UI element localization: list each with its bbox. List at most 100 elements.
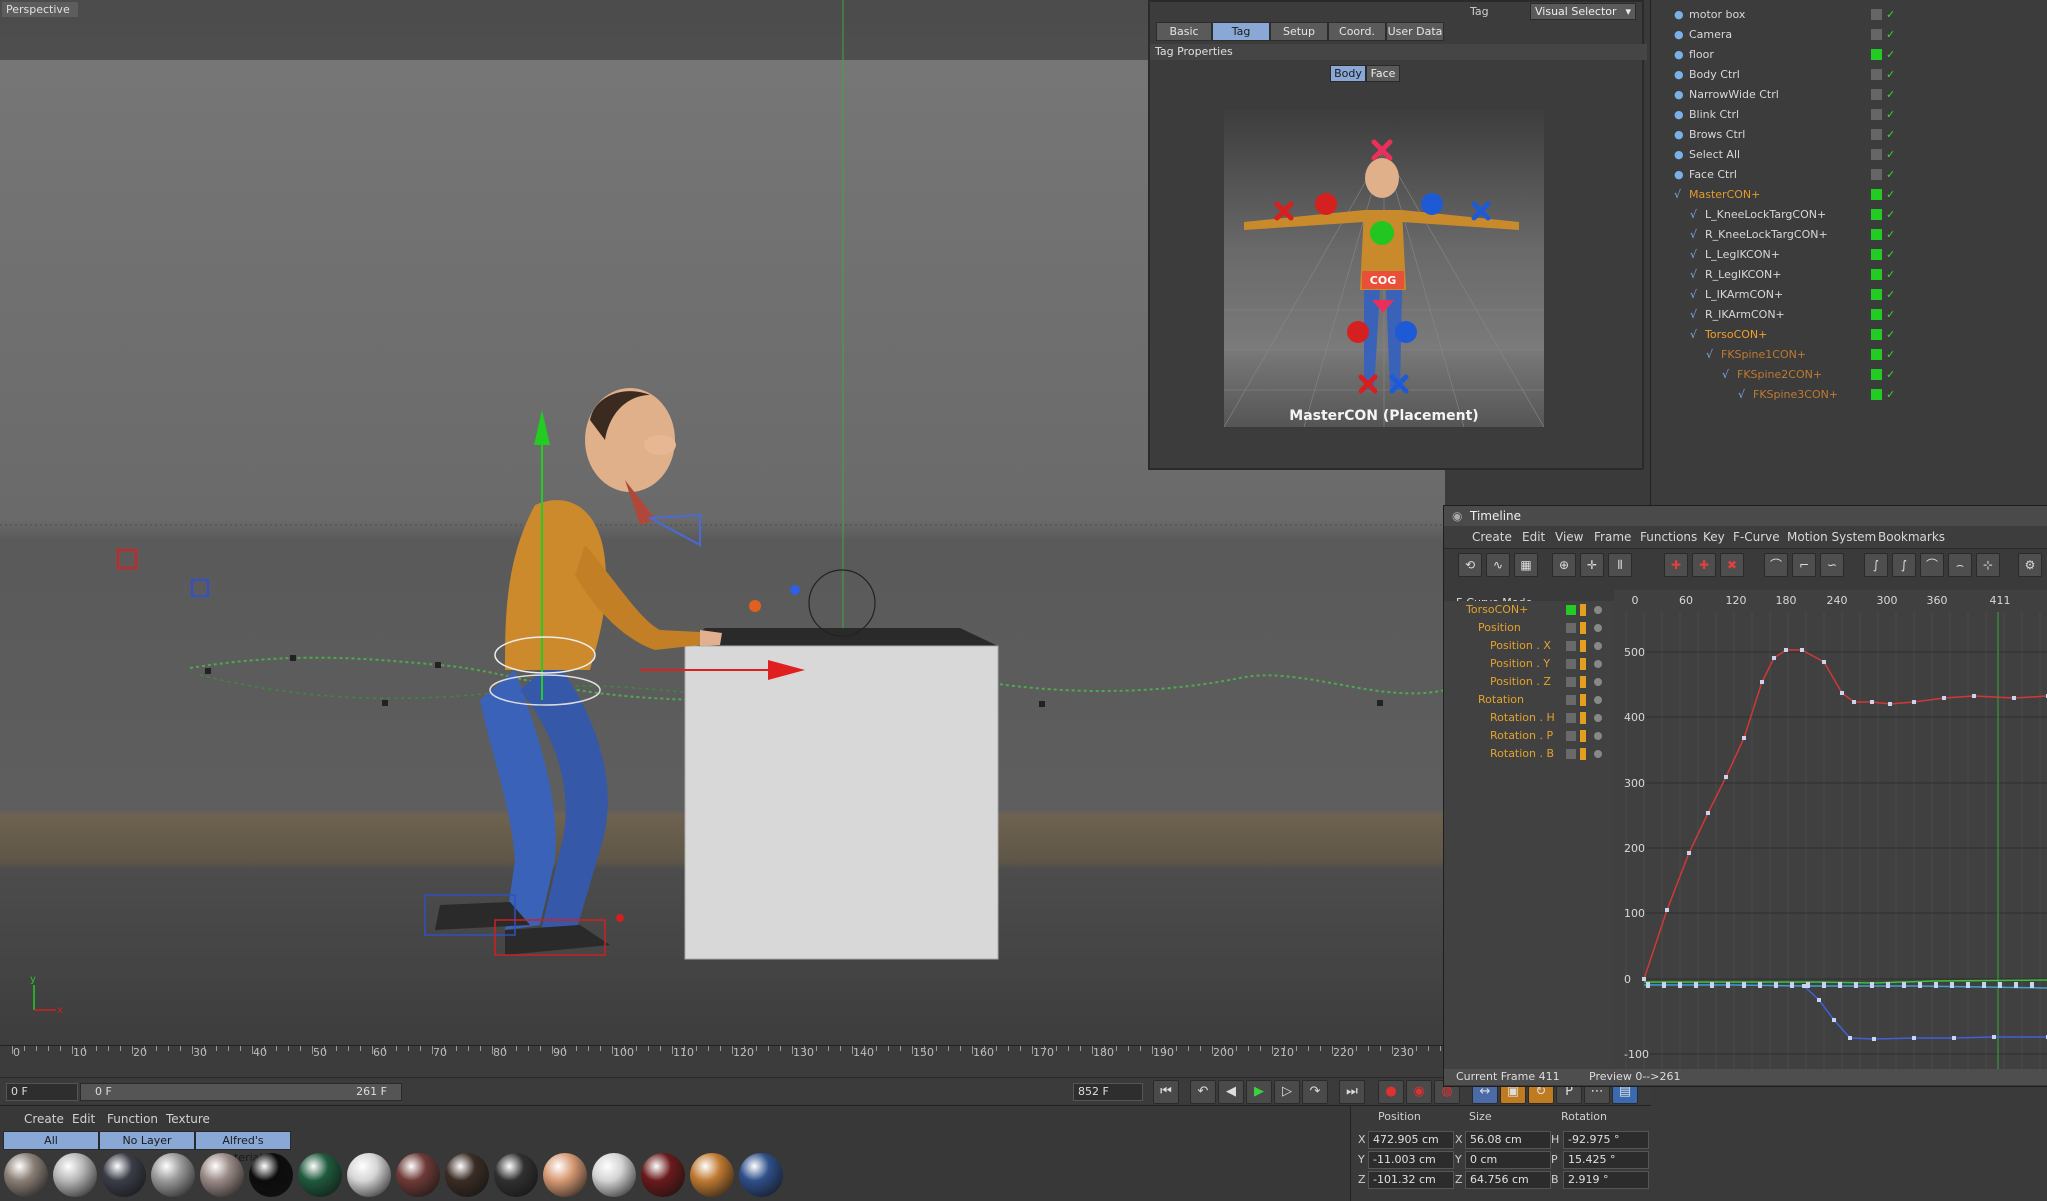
material-swatch[interactable] <box>200 1153 244 1197</box>
object-row[interactable]: ● Face Ctrl ✓ <box>1651 165 2047 185</box>
visibility-check-icon[interactable]: ✓ <box>1886 245 1895 265</box>
tab-setup[interactable]: Setup <box>1270 22 1328 41</box>
object-row[interactable]: √ R_LegIKCON+ ✓ <box>1651 265 2047 285</box>
object-row[interactable]: ● floor ✓ <box>1651 45 2047 65</box>
timeline-menu-frame[interactable]: Frame <box>1594 530 1631 544</box>
track-row[interactable]: Position . Y <box>1444 655 1614 673</box>
time-ruler[interactable]: 0 10 20 30 40 50 60 70 80 90 100 110 120 130 140 150 160… <box>0 1045 1445 1078</box>
tab-coord[interactable]: Coord. <box>1328 22 1386 41</box>
size-x-field[interactable]: 56.08 cm <box>1465 1131 1551 1149</box>
object-row[interactable]: ● Select All ✓ <box>1651 145 2047 165</box>
visibility-check-icon[interactable]: ✓ <box>1886 265 1895 285</box>
viewport-label[interactable]: Perspective <box>2 2 78 17</box>
add-key-icon[interactable]: ✚ <box>1664 553 1688 577</box>
object-row[interactable]: √ FKSpine2CON+ ✓ <box>1651 365 2047 385</box>
position-x-field[interactable]: 472.905 cm <box>1368 1131 1454 1149</box>
object-row[interactable]: √ MasterCON+ ✓ <box>1651 185 2047 205</box>
material-swatch[interactable] <box>445 1153 489 1197</box>
rotation-b-field[interactable]: 2.919 ° <box>1563 1171 1649 1189</box>
material-swatch[interactable] <box>690 1153 734 1197</box>
delete-key-icon[interactable]: ✖ <box>1720 553 1744 577</box>
record-button[interactable]: ● <box>1378 1080 1404 1104</box>
key-mode-icon[interactable]: ⟲ <box>1458 553 1482 577</box>
zero-length-icon[interactable]: ⊹ <box>1976 553 2000 577</box>
track-row[interactable]: Rotation . H <box>1444 709 1614 727</box>
visibility-check-icon[interactable]: ✓ <box>1886 125 1895 145</box>
size-y-field[interactable]: 0 cm <box>1465 1151 1551 1169</box>
material-swatch[interactable] <box>396 1153 440 1197</box>
timeline-menu-create[interactable]: Create <box>1472 530 1512 544</box>
visibility-check-icon[interactable]: ✓ <box>1886 145 1895 165</box>
visibility-check-icon[interactable]: ✓ <box>1886 365 1895 385</box>
face-mode-button[interactable]: Face <box>1366 65 1400 82</box>
object-row[interactable]: √ TorsoCON+ ✓ <box>1651 325 2047 345</box>
ease-in-icon[interactable]: ∫ <box>1864 553 1888 577</box>
visibility-check-icon[interactable]: ✓ <box>1886 165 1895 185</box>
tab-user-data[interactable]: User Data <box>1386 22 1444 41</box>
object-row[interactable]: ● NarrowWide Ctrl ✓ <box>1651 85 2047 105</box>
rotation-p-field[interactable]: 15.425 ° <box>1563 1151 1649 1169</box>
next-key-button[interactable]: ↷ <box>1302 1080 1328 1104</box>
object-row[interactable]: √ FKSpine3CON+ ✓ <box>1651 385 2047 405</box>
step-interp-icon[interactable]: ⌐ <box>1792 553 1816 577</box>
autokey-button[interactable]: ◉ <box>1406 1080 1432 1104</box>
visibility-check-icon[interactable]: ✓ <box>1886 305 1895 325</box>
visibility-check-icon[interactable]: ✓ <box>1886 65 1895 85</box>
material-menu-texture[interactable]: Texture <box>166 1112 210 1126</box>
max-frame-field[interactable]: 852 F <box>1073 1083 1143 1101</box>
object-row[interactable]: √ L_IKArmCON+ ✓ <box>1651 285 2047 305</box>
ease-out-icon[interactable]: ∫ <box>1892 553 1916 577</box>
material-swatch[interactable] <box>151 1153 195 1197</box>
visual-selector-canvas[interactable]: COG MasterCON (Placement) <box>1224 110 1544 427</box>
spline-interp-icon[interactable]: ∽ <box>1820 553 1844 577</box>
next-frame-button[interactable]: ▷ <box>1274 1080 1300 1104</box>
object-row[interactable]: ● Brows Ctrl ✓ <box>1651 125 2047 145</box>
material-swatch[interactable] <box>641 1153 685 1197</box>
track-row[interactable]: Rotation . P <box>1444 727 1614 745</box>
material-swatch[interactable] <box>102 1153 146 1197</box>
visibility-check-icon[interactable]: ✓ <box>1886 385 1895 405</box>
material-menu-edit[interactable]: Edit <box>72 1112 95 1126</box>
current-frame-field[interactable]: 0 F <box>6 1083 78 1101</box>
object-row[interactable]: √ R_IKArmCON+ ✓ <box>1651 305 2047 325</box>
object-row[interactable]: √ L_KneeLockTargCON+ ✓ <box>1651 205 2047 225</box>
visibility-check-icon[interactable]: ✓ <box>1886 325 1895 345</box>
object-row[interactable]: √ FKSpine1CON+ ✓ <box>1651 345 2047 365</box>
tab-basic[interactable]: Basic <box>1156 22 1212 41</box>
frame-all-icon[interactable]: ⊕ <box>1552 553 1576 577</box>
visibility-check-icon[interactable]: ✓ <box>1886 25 1895 45</box>
fcurve-graph-canvas[interactable]: 0 60 120 180 240 300 360 411 500 400 300 200 100 0 -10… <box>1614 590 2047 1070</box>
material-swatch[interactable] <box>494 1153 538 1197</box>
track-row[interactable]: Position . Z <box>1444 673 1614 691</box>
body-mode-button[interactable]: Body <box>1330 65 1366 82</box>
track-row[interactable]: Rotation <box>1444 691 1614 709</box>
rotation-h-field[interactable]: -92.975 ° <box>1563 1131 1649 1149</box>
track-row[interactable]: Position <box>1444 619 1614 637</box>
object-row[interactable]: ● Camera ✓ <box>1651 25 2047 45</box>
fcurve-mode-icon[interactable]: ∿ <box>1486 553 1510 577</box>
object-row[interactable]: ● motor box ✓ <box>1651 5 2047 25</box>
timeline-menu-functions[interactable]: Functions <box>1640 530 1697 544</box>
timeline-menu-edit[interactable]: Edit <box>1522 530 1545 544</box>
track-row[interactable]: Position . X <box>1444 637 1614 655</box>
material-menu-create[interactable]: Create <box>24 1112 64 1126</box>
visibility-check-icon[interactable]: ✓ <box>1886 85 1895 105</box>
play-button[interactable]: ▶ <box>1246 1080 1272 1104</box>
timeline-menu-key[interactable]: Key <box>1703 530 1725 544</box>
object-row[interactable]: √ R_KneeLockTargCON+ ✓ <box>1651 225 2047 245</box>
linear-interp-icon[interactable]: ⌒ <box>1764 553 1788 577</box>
timeline-menu-motion-system[interactable]: Motion System <box>1787 530 1876 544</box>
timeline-menu-fcurve[interactable]: F-Curve <box>1733 530 1780 544</box>
tag-type-dropdown[interactable]: Visual Selector ▾ <box>1530 3 1636 20</box>
go-to-end-button[interactable]: ⏭ <box>1339 1080 1365 1104</box>
visibility-check-icon[interactable]: ✓ <box>1886 45 1895 65</box>
visibility-check-icon[interactable]: ✓ <box>1886 205 1895 225</box>
timeline-menu-bookmarks[interactable]: Bookmarks <box>1878 530 1945 544</box>
material-tab-alfreds[interactable]: Alfred's Materials <box>195 1131 291 1164</box>
timeline-settings-icon[interactable]: ⚙ <box>2018 553 2042 577</box>
go-to-start-button[interactable]: ⏮ <box>1153 1080 1179 1104</box>
material-swatch[interactable] <box>543 1153 587 1197</box>
position-y-field[interactable]: -11.003 cm <box>1368 1151 1454 1169</box>
tab-tag[interactable]: Tag <box>1212 22 1270 41</box>
size-z-field[interactable]: 64.756 cm <box>1465 1171 1551 1189</box>
